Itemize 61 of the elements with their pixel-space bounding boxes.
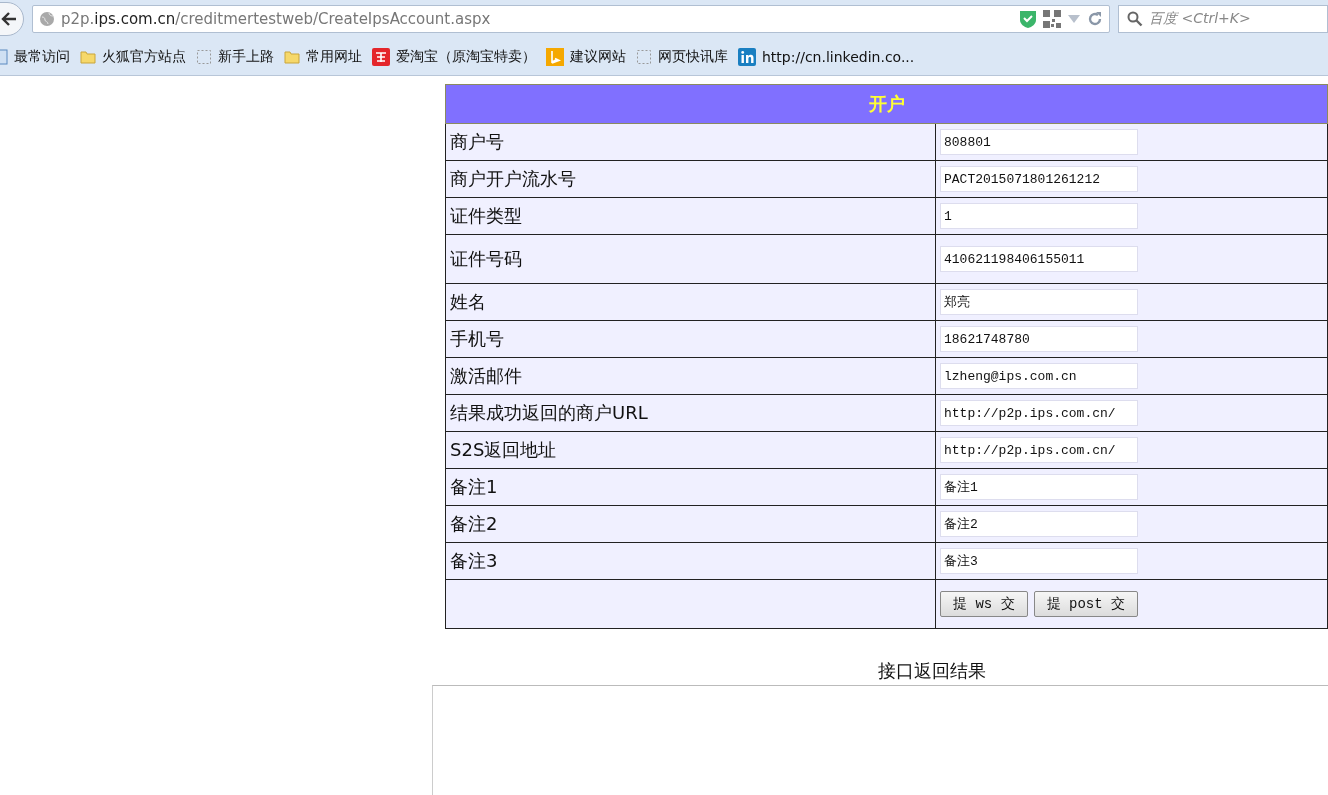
blank-page-icon (636, 48, 652, 65)
search-placeholder: 百度 <Ctrl+K> (1149, 10, 1251, 28)
field-label: S2S返回地址 (450, 439, 557, 460)
field-label: 备注3 (450, 550, 498, 571)
input-field[interactable]: 410621198406155011 (940, 246, 1138, 273)
bookmark-label: 火狐官方站点 (102, 47, 186, 66)
bookmark-link[interactable]: http://cn.linkedin.co... (738, 47, 915, 66)
url-text: p2p.ips.com.cn/creditmertestweb/CreateIpsAccount.aspx (61, 10, 492, 28)
bookmark-label: 常用网址 (306, 47, 362, 66)
bookmark-link[interactable]: 常用网址 (284, 47, 362, 66)
field-label: 商户开户流水号 (450, 168, 576, 189)
bookmark-link[interactable]: 建议网站 (546, 47, 626, 66)
bookmark-label: 网页快讯库 (658, 47, 728, 66)
dropdown-triangle-icon[interactable] (1067, 14, 1081, 24)
shield-icon[interactable] (1019, 9, 1037, 29)
input-field[interactable]: 备注3 (940, 548, 1138, 574)
address-bar[interactable]: p2p.ips.com.cn/creditmertestweb/CreateIpsAccount.aspx (32, 5, 1110, 33)
bookmark-label: 最常访问 (14, 47, 70, 66)
linkedin-icon (738, 47, 756, 66)
back-arrow-icon (1, 12, 17, 26)
bookmark-label: http://cn.linkedin.co... (762, 48, 915, 65)
field-label: 备注1 (450, 476, 498, 497)
bookmark-link[interactable]: 新手上路 (196, 47, 274, 66)
field-label: 激活邮件 (450, 365, 522, 386)
back-button[interactable] (0, 2, 24, 36)
input-field[interactable]: 备注1 (940, 474, 1138, 500)
submit-button[interactable]: 提 post 交 (1033, 591, 1139, 617)
input-field[interactable]: 1 (940, 203, 1138, 230)
folder-icon (80, 48, 96, 65)
taobao-icon (372, 47, 390, 66)
result-title: 接口返回结果 (877, 659, 987, 683)
input-field[interactable]: PACT2015071801261212 (940, 166, 1138, 193)
bing-icon (546, 47, 564, 66)
form-title: 开户 (445, 84, 1328, 124)
bookmark-link[interactable]: 火狐官方站点 (80, 47, 186, 66)
input-field[interactable]: 郑亮 (940, 289, 1138, 315)
input-field[interactable]: http://p2p.ips.com.cn/ (940, 400, 1138, 427)
field-label: 证件类型 (450, 205, 522, 226)
submit-button[interactable]: 提 ws 交 (940, 591, 1028, 617)
folder-icon (284, 48, 300, 65)
search-field[interactable]: 百度 <Ctrl+K> (1118, 5, 1328, 33)
reload-icon[interactable] (1087, 11, 1103, 27)
input-field[interactable]: 备注2 (940, 511, 1138, 537)
blank-page-icon (196, 48, 212, 65)
field-label: 姓名 (450, 291, 486, 312)
input-field[interactable]: 18621748780 (940, 326, 1138, 353)
bookmark-link[interactable]: 最常访问 (0, 47, 70, 66)
field-label: 商户号 (450, 131, 504, 152)
globe-icon (39, 11, 55, 27)
field-label: 手机号 (450, 328, 504, 349)
input-field[interactable]: 808801 (940, 129, 1138, 156)
field-label: 备注2 (450, 513, 498, 534)
field-label: 结果成功返回的商户URL (450, 402, 648, 423)
input-field[interactable]: lzheng@ips.com.cn (940, 363, 1138, 390)
field-label: 证件号码 (450, 248, 522, 269)
search-icon (1127, 11, 1143, 27)
bookmark-link[interactable]: 网页快讯库 (636, 47, 728, 66)
bookmark-label: 建议网站 (570, 47, 626, 66)
qr-code-icon[interactable] (1043, 10, 1061, 28)
input-field[interactable]: http://p2p.ips.com.cn/ (940, 437, 1138, 464)
bookmark-label: 新手上路 (218, 47, 274, 66)
